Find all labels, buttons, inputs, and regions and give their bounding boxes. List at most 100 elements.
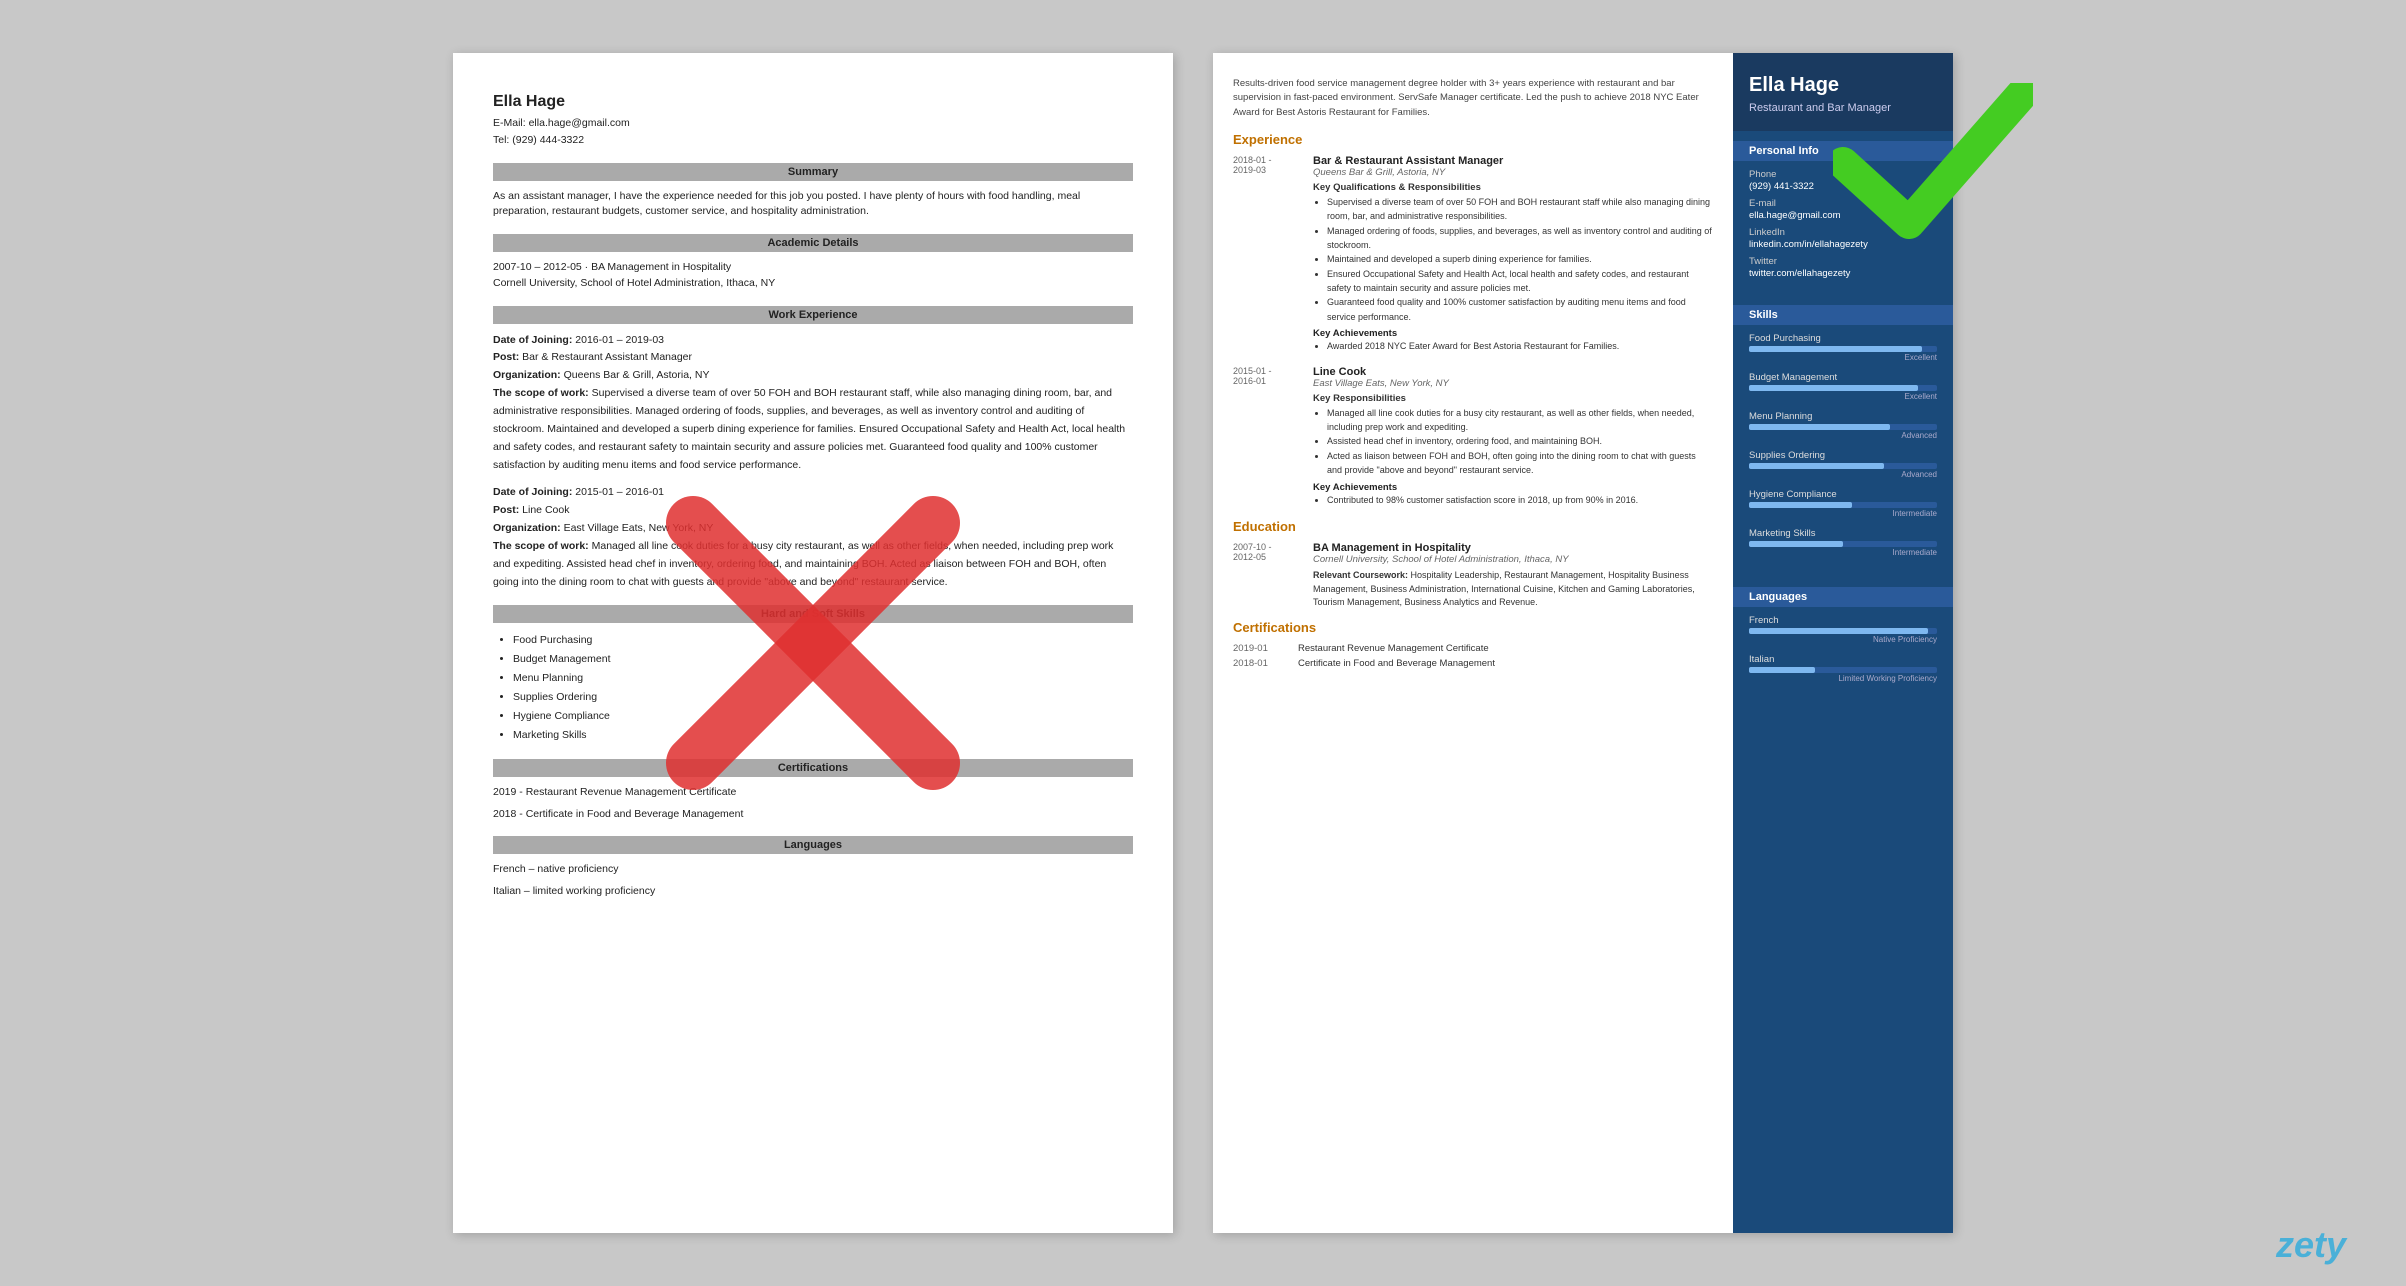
skill-level-4: Advanced: [1749, 470, 1937, 479]
experience-title: Experience: [1233, 132, 1713, 147]
lang-level-1: Native Proficiency: [1749, 635, 1937, 644]
bullet-1-4: Ensured Occupational Safety and Health A…: [1327, 267, 1713, 296]
lang-level-2: Limited Working Proficiency: [1749, 674, 1937, 683]
academic-entry: 2007-10 – 2012-05 · BA Management in Hos…: [493, 260, 1133, 292]
lang-bar-bg-2: [1749, 667, 1937, 673]
exp-title-1: Bar & Restaurant Assistant Manager: [1313, 155, 1713, 167]
linkedin-value: linkedin.com/in/ellahagezety: [1749, 239, 1937, 250]
skill-bar-fill-1: [1749, 346, 1922, 352]
edu-school-1: Cornell University, School of Hotel Admi…: [1313, 554, 1713, 565]
lang-1: French – native proficiency: [493, 862, 1133, 878]
sidebar-role: Restaurant and Bar Manager: [1749, 101, 1937, 115]
skill-level-5: Intermediate: [1749, 509, 1937, 518]
languages-header: Languages: [493, 836, 1133, 854]
post-label-2: Post:: [493, 504, 519, 516]
linkedin-label: LinkedIn: [1749, 227, 1937, 238]
cert-row-1: 2019-01 Restaurant Revenue Management Ce…: [1233, 643, 1713, 654]
skill-item-6: Marketing Skills: [513, 726, 1133, 745]
skill-item-3: Menu Planning: [513, 669, 1133, 688]
skill-name-3: Menu Planning: [1749, 411, 1937, 422]
edu-dates-1: 2007-10 -2012-05: [1233, 542, 1303, 562]
skills-header: Hard and Soft Skills: [493, 605, 1133, 623]
ach-label-1: Key Achievements: [1313, 328, 1713, 339]
academic-school: Cornell University, School of Hotel Admi…: [493, 276, 1133, 292]
edu-coursework-1: Relevant Coursework: Hospitality Leaders…: [1313, 569, 1713, 610]
tel-value: (929) 444-3322: [512, 134, 584, 146]
skill-bar-bg-2: [1749, 385, 1937, 391]
skill-name-4: Supplies Ordering: [1749, 450, 1937, 461]
skill-row-4: Supplies Ordering Advanced: [1749, 450, 1937, 479]
skill-bar-fill-5: [1749, 502, 1852, 508]
lang-2: Italian – limited working proficiency: [493, 884, 1133, 900]
org-label-1: Organization:: [493, 369, 561, 381]
email-label-s: E-mail: [1749, 198, 1937, 209]
exp-entry-1: 2018-01 -2019-03 Bar & Restaurant Assist…: [1233, 155, 1713, 354]
bullet-2-3: Acted as liaison between FOH and BOH, of…: [1327, 449, 1713, 478]
zety-watermark: zety: [2276, 1224, 2346, 1266]
date-1: 2016-01 – 2019-03: [575, 334, 664, 346]
cert-text-2: Certificate in Food and Beverage Managem…: [1298, 658, 1495, 669]
skill-item-2: Budget Management: [513, 650, 1133, 669]
skills-section-title: Skills: [1733, 305, 1953, 325]
twitter-value: twitter.com/ellahagezety: [1749, 268, 1937, 279]
ach-2-1: Contributed to 98% customer satisfaction…: [1327, 493, 1713, 507]
academic-degree: 2007-10 – 2012-05 · BA Management in Hos…: [493, 260, 1133, 276]
exp-content-2: Line Cook East Village Eats, New York, N…: [1313, 366, 1713, 507]
scope-label-2: The scope of work:: [493, 540, 589, 552]
exp-dates-2: 2015-01 -2016-01: [1233, 366, 1303, 386]
skill-row-6: Marketing Skills Intermediate: [1749, 528, 1937, 557]
org-2: East Village Eats, New York, NY: [564, 522, 714, 534]
skill-row-2: Budget Management Excellent: [1749, 372, 1937, 401]
skill-name-1: Food Purchasing: [1749, 333, 1937, 344]
skill-bar-bg-4: [1749, 463, 1937, 469]
skill-bar-fill-3: [1749, 424, 1890, 430]
skill-level-3: Advanced: [1749, 431, 1937, 440]
skill-bar-fill-2: [1749, 385, 1918, 391]
lang-row-1: French Native Proficiency: [1749, 615, 1937, 644]
skill-bar-fill-4: [1749, 463, 1884, 469]
skill-bar-fill-6: [1749, 541, 1843, 547]
cert-1: 2019 - Restaurant Revenue Management Cer…: [493, 785, 1133, 801]
exp-org-1: Queens Bar & Grill, Astoria, NY: [1313, 167, 1713, 178]
scope-label-1: The scope of work:: [493, 387, 589, 399]
bullet-2-2: Assisted head chef in inventory, orderin…: [1327, 434, 1713, 448]
date-label-1: Date of Joining:: [493, 334, 572, 346]
cert-row-2: 2018-01 Certificate in Food and Beverage…: [1233, 658, 1713, 669]
certs-title-modern: Certifications: [1233, 620, 1713, 635]
edu-degree-1: BA Management in Hospitality: [1313, 542, 1713, 554]
scope-1: Supervised a diverse team of over 50 FOH…: [493, 387, 1125, 470]
work-header: Work Experience: [493, 306, 1133, 324]
skill-level-2: Excellent: [1749, 392, 1937, 401]
sidebar-name: Ella Hage: [1749, 73, 1937, 97]
exp-content-1: Bar & Restaurant Assistant Manager Queen…: [1313, 155, 1713, 354]
skill-bar-bg-6: [1749, 541, 1937, 547]
skill-bar-bg-5: [1749, 502, 1937, 508]
classic-resume: Ella Hage E-Mail: ella.hage@gmail.com Te…: [453, 53, 1173, 1233]
exp-entry-2: 2015-01 -2016-01 Line Cook East Village …: [1233, 366, 1713, 507]
cert-date-1: 2019-01: [1233, 643, 1288, 654]
skill-item-4: Supplies Ordering: [513, 688, 1133, 707]
skills-section: Skills Food Purchasing Excellent Budget …: [1733, 295, 1953, 577]
lang-bar-bg-1: [1749, 628, 1937, 634]
ach-1-1: Awarded 2018 NYC Eater Award for Best As…: [1327, 339, 1713, 353]
exp-bullets-2: Managed all line cook duties for a busy …: [1327, 406, 1713, 478]
email-label: E-Mail:: [493, 117, 526, 129]
personal-info-title: Personal Info: [1733, 141, 1953, 161]
academic-header: Academic Details: [493, 234, 1133, 252]
bullet-1-5: Guaranteed food quality and 100% custome…: [1327, 295, 1713, 324]
modern-resume: Results-driven food service management d…: [1213, 53, 1953, 1233]
twitter-label: Twitter: [1749, 256, 1937, 267]
phone-value: (929) 441-3322: [1749, 181, 1937, 192]
date-label-2: Date of Joining:: [493, 486, 572, 498]
modern-summary: Results-driven food service management d…: [1233, 77, 1713, 120]
ach-label-2: Key Achievements: [1313, 482, 1713, 493]
qual-label-1: Key Qualifications & Responsibilities: [1313, 182, 1713, 193]
bullet-1-2: Managed ordering of foods, supplies, and…: [1327, 224, 1713, 253]
ach-bullets-2: Contributed to 98% customer satisfaction…: [1327, 493, 1713, 507]
skill-row-3: Menu Planning Advanced: [1749, 411, 1937, 440]
exp-title-2: Line Cook: [1313, 366, 1713, 378]
certs-header: Certifications: [493, 759, 1133, 777]
modern-main: Results-driven food service management d…: [1213, 53, 1733, 1233]
skill-name-6: Marketing Skills: [1749, 528, 1937, 539]
modern-sidebar: Ella Hage Restaurant and Bar Manager Per…: [1733, 53, 1953, 1233]
